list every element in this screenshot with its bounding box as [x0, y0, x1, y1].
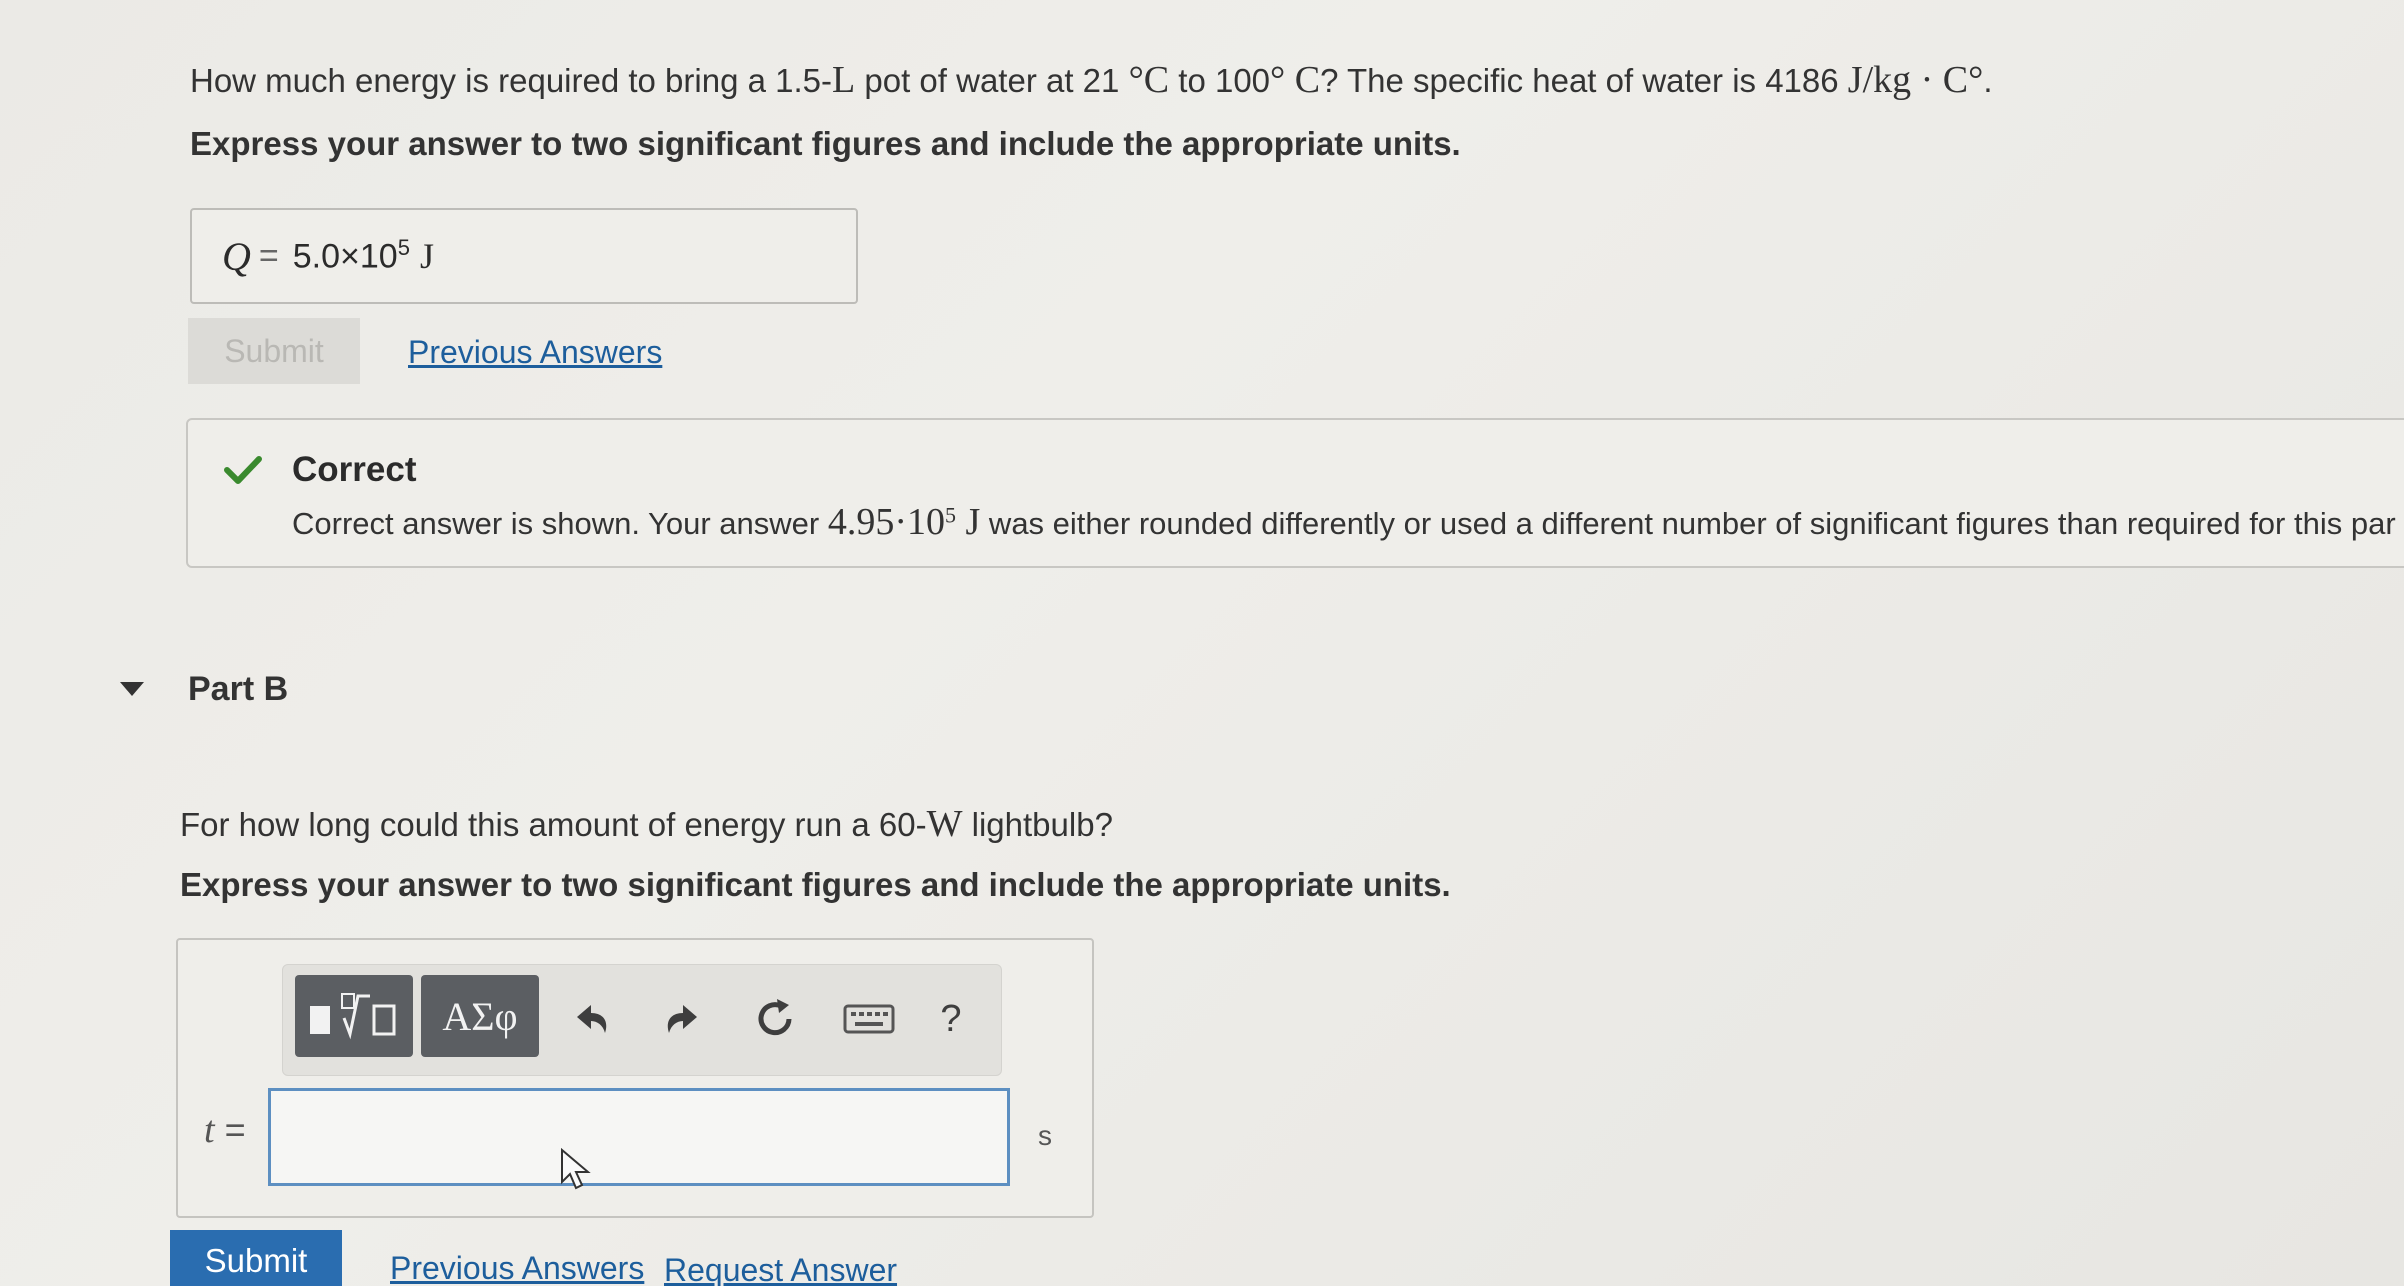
equals-sign: = [258, 236, 279, 275]
answer-editor: ΑΣφ ? t = s [176, 938, 1094, 1218]
answer-variable: Q [222, 233, 251, 279]
collapse-arrow-icon[interactable] [120, 682, 144, 696]
question-text: ? The specific heat of water is 4186 [1320, 62, 1848, 99]
unit-liter: L [832, 59, 856, 101]
page: How much energy is required to bring a 1… [0, 0, 2404, 1286]
part-a-answer-display: Q = 5.0×105 J [190, 208, 858, 304]
feedback-unit: J [956, 501, 981, 543]
mouse-cursor-icon [561, 1148, 591, 1190]
answer-unit: J [419, 236, 434, 276]
keyboard-icon[interactable] [839, 989, 899, 1049]
variable-name: t [204, 1109, 215, 1151]
part-a-instruction: Express your answer to two significant f… [190, 125, 1461, 162]
part-b-title[interactable]: Part B [188, 670, 288, 709]
redo-icon[interactable] [653, 989, 713, 1049]
feedback-text: Correct answer is shown. Your answer 4.9… [292, 500, 2396, 544]
reset-icon[interactable] [745, 989, 805, 1049]
feedback-text-part: was either rounded differently or used a… [980, 506, 2396, 541]
math-toolbar: ΑΣφ ? [282, 964, 1002, 1076]
part-b-previous-answers-link[interactable]: Previous Answers [390, 1250, 644, 1286]
answer-mantissa: 5.0×10 [292, 237, 398, 276]
equals-sign: = [224, 1109, 246, 1150]
help-icon[interactable]: ? [921, 989, 981, 1049]
part-a-question: How much energy is required to bring a 1… [190, 58, 1993, 102]
feedback-exponent: 5 [945, 502, 957, 528]
part-a-submit-button[interactable]: Submit [188, 318, 360, 384]
unit-label: s [1038, 1120, 1052, 1151]
answer-exponent: 5 [397, 235, 410, 261]
unit-specific-heat: J/kg · C° [1847, 59, 1984, 101]
question-text: to 100 [1169, 62, 1271, 99]
unit-celsius: °C [1128, 59, 1170, 101]
feedback-panel: Correct Correct answer is shown. Your an… [186, 418, 2404, 568]
request-answer-link[interactable]: Request Answer [664, 1252, 897, 1286]
part-b-submit-button[interactable]: Submit [170, 1230, 342, 1286]
question-text: How much energy is required to bring a 1… [190, 62, 832, 99]
question-text: lightbulb? [962, 806, 1113, 843]
answer-value: 5.0×105 [293, 235, 410, 276]
unit-celsius: ° C [1270, 59, 1321, 101]
answer-input[interactable] [268, 1088, 1010, 1186]
feedback-value: 4.95·10 [827, 501, 946, 543]
question-text: pot of water at 21 [855, 62, 1129, 99]
undo-icon[interactable] [561, 989, 621, 1049]
templates-icon [310, 993, 396, 1040]
templates-button[interactable] [295, 975, 413, 1057]
checkmark-icon [224, 456, 262, 484]
part-b-question: For how long could this amount of energy… [180, 802, 1113, 846]
feedback-title: Correct [292, 450, 417, 489]
greek-symbols-button[interactable]: ΑΣφ [421, 975, 539, 1057]
part-a-previous-answers-link[interactable]: Previous Answers [408, 334, 662, 371]
question-text: . [1983, 62, 1993, 99]
variable-label: t = [204, 1108, 246, 1152]
feedback-text-part: Correct answer is shown. Your answer [292, 506, 828, 541]
question-text: For how long could this amount of energy… [180, 806, 927, 843]
part-b-instruction: Express your answer to two significant f… [180, 866, 1451, 903]
unit-watt: W [926, 803, 963, 845]
